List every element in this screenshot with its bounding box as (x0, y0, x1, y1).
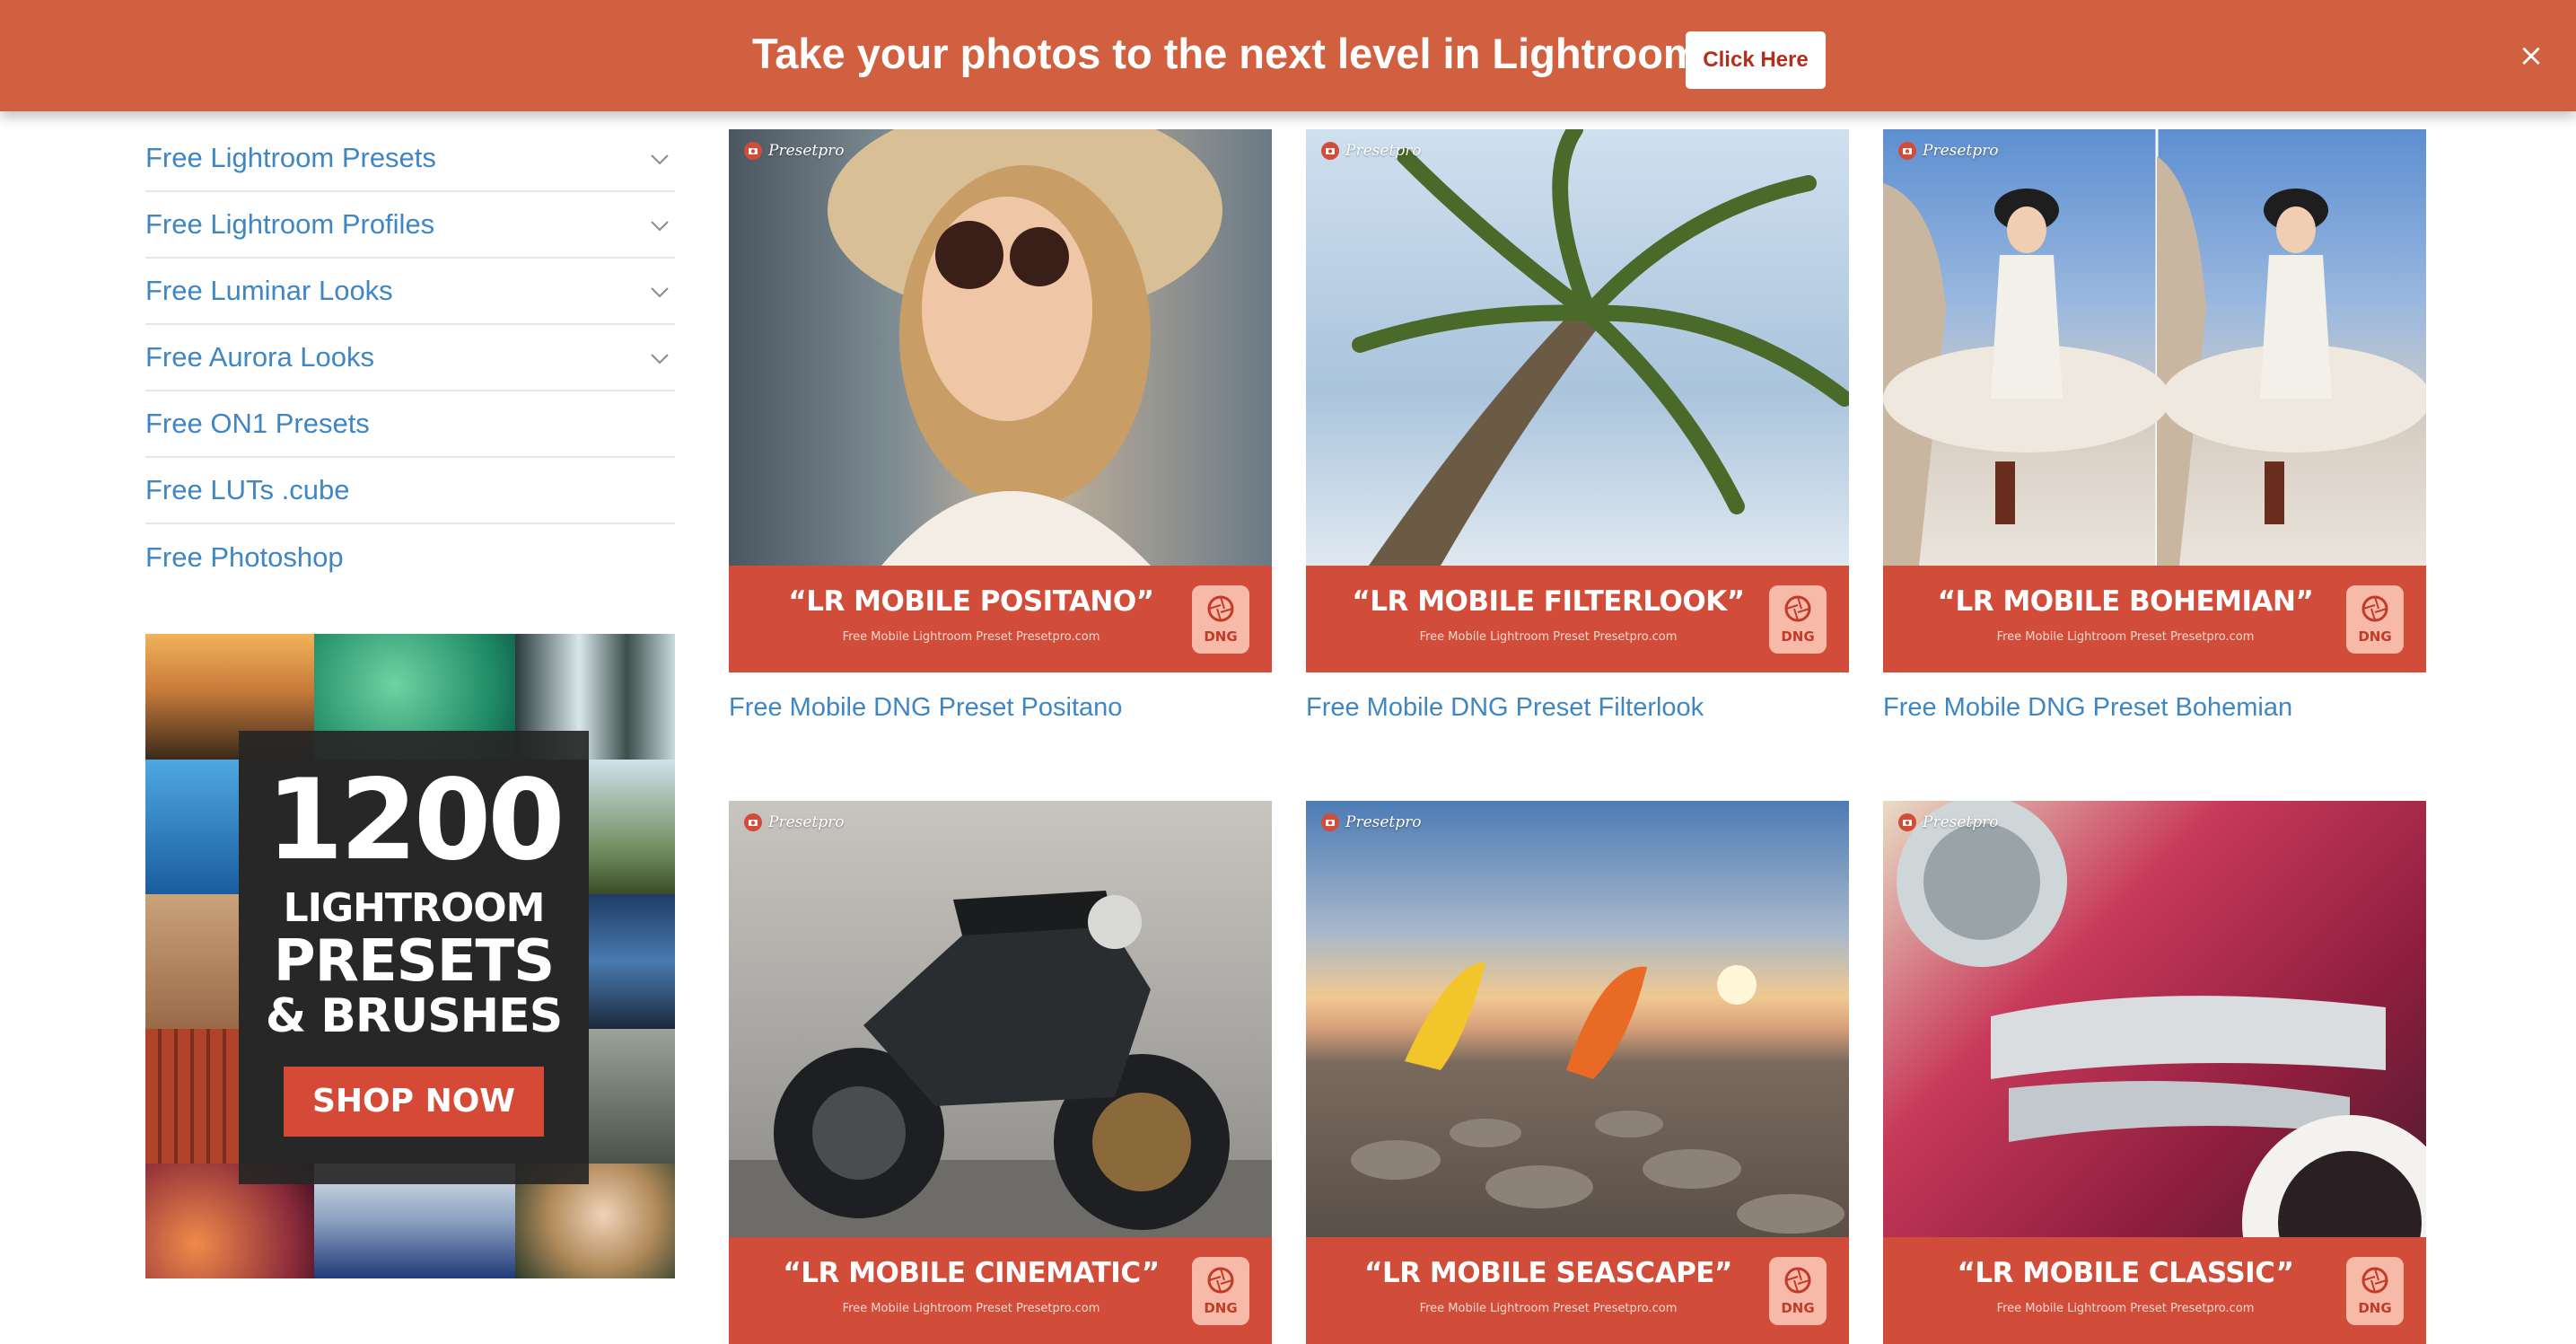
presetpro-watermark: Presetpro (1897, 810, 1999, 835)
camera-icon (744, 142, 762, 160)
woman-rocks-icon (1883, 129, 2426, 566)
sidebar-item-aurora-looks[interactable]: Free Aurora Looks (145, 325, 675, 391)
sidebar-item-on1-presets[interactable]: Free ON1 Presets (145, 391, 675, 458)
motorcycle-icon (729, 801, 1272, 1237)
preset-title: “LR MOBILE POSITANO” (788, 585, 1154, 618)
preset-subtitle: Free Mobile Lightroom Preset Presetpro.c… (842, 1302, 1100, 1315)
classic-car-icon (1883, 801, 2426, 1237)
sidebar-item-label: Free ON1 Presets (145, 408, 370, 439)
camera-icon (744, 813, 762, 831)
shop-now-button[interactable]: SHOP NOW (284, 1067, 544, 1137)
woman-hat-icon (729, 129, 1272, 566)
kayaks-icon (1306, 801, 1849, 1237)
chevron-down-icon[interactable] (650, 282, 670, 302)
preset-title-strip: “LR MOBILE BOHEMIAN” Free Mobile Lightro… (1883, 566, 2426, 672)
camera-icon (1898, 142, 1916, 160)
sidebar-item-luminar-looks[interactable]: Free Luminar Looks (145, 259, 675, 325)
collage-lake-tile (589, 894, 675, 1029)
ad-line-2: PRESETS (273, 928, 555, 995)
sidebar-item-photoshop[interactable]: Free Photoshop (145, 524, 675, 591)
preset-title-strip: “LR MOBILE POSITANO” Free Mobile Lightro… (729, 566, 1272, 672)
preset-title-strip: “LR MOBILE FILTERLOOK” Free Mobile Light… (1306, 566, 1849, 672)
preset-subtitle: Free Mobile Lightroom Preset Presetpro.c… (842, 630, 1100, 644)
close-icon[interactable]: × (2513, 38, 2549, 74)
preset-subtitle: Free Mobile Lightroom Preset Presetpro.c… (1419, 630, 1678, 644)
preset-title-strip: “LR MOBILE CINEMATIC” Free Mobile Lightr… (729, 1237, 1272, 1344)
dng-file-icon: DNG (2346, 1257, 2404, 1325)
preset-title-strip: “LR MOBILE CLASSIC” Free Mobile Lightroo… (1883, 1237, 2426, 1344)
sidebar-item-label: Free Luminar Looks (145, 275, 393, 306)
shop-now-ad[interactable]: 1200 LIGHTROOM PRESETS & BRUSHES SHOP NO… (145, 634, 675, 1278)
preset-thumbnail[interactable]: Presetpro “LR MOBILE SEASCAPE” Free Mobi… (1306, 801, 1849, 1344)
preset-title: “LR MOBILE CLASSIC” (1957, 1257, 2294, 1289)
preset-thumbnail[interactable]: Presetpro “LR MOBILE POSITANO” Free Mobi… (729, 129, 1272, 672)
sidebar-item-label: Free Lightroom Profiles (145, 208, 435, 240)
presetpro-watermark: Presetpro (743, 810, 845, 835)
camera-icon (1321, 142, 1339, 160)
preset-thumbnail[interactable]: Presetpro “LR MOBILE FILTERLOOK” Free Mo… (1306, 129, 1849, 672)
collage-shark-tile (145, 760, 239, 894)
preset-subtitle: Free Mobile Lightroom Preset Presetpro.c… (1996, 1302, 2255, 1315)
preset-link[interactable]: Free Mobile DNG Preset Bohemian (1883, 693, 2292, 723)
preset-title: “LR MOBILE CINEMATIC” (783, 1257, 1160, 1289)
collage-building-tile (145, 1029, 239, 1164)
camera-icon (1898, 813, 1916, 831)
ad-number: 1200 (266, 756, 565, 885)
sidebar-item-lightroom-profiles[interactable]: Free Lightroom Profiles (145, 192, 675, 259)
dng-file-icon: DNG (1769, 585, 1827, 654)
preset-thumbnail[interactable]: Presetpro “LR MOBILE CLASSIC” Free Mobil… (1883, 801, 2426, 1344)
sidebar-item-label: Free LUTs .cube (145, 474, 350, 505)
palm-tree-icon (1306, 129, 1849, 566)
ad-line-3: & BRUSHES (265, 989, 563, 1043)
preset-subtitle: Free Mobile Lightroom Preset Presetpro.c… (1419, 1302, 1678, 1315)
preset-thumbnail[interactable]: Presetpro “LR MOBILE CINEMATIC” Free Mob… (729, 801, 1272, 1344)
sidebar-item-luts[interactable]: Free LUTs .cube (145, 458, 675, 524)
preset-link[interactable]: Free Mobile DNG Preset Positano (729, 693, 1122, 723)
sidebar-item-label: Free Photoshop (145, 541, 344, 573)
sidebar-item-label: Free Aurora Looks (145, 341, 375, 373)
preset-title: “LR MOBILE SEASCAPE” (1364, 1257, 1732, 1289)
collage-tree-tile (589, 760, 675, 894)
preset-link[interactable]: Free Mobile DNG Preset Filterlook (1306, 693, 1704, 723)
dng-file-icon: DNG (2346, 585, 2404, 654)
collage-beach-tile (145, 894, 239, 1029)
preset-title-strip: “LR MOBILE SEASCAPE” Free Mobile Lightro… (1306, 1237, 1849, 1344)
banner-text: Take your photos to the next level in Li… (752, 30, 1715, 77)
chevron-down-icon[interactable] (650, 215, 670, 235)
click-here-button[interactable]: Click Here (1686, 31, 1826, 89)
promo-banner: Take your photos to the next level in Li… (0, 0, 2576, 111)
preset-thumbnail[interactable]: Presetpro “LR MOBILE BOHEMIAN” Free Mobi… (1883, 129, 2426, 672)
preset-title: “LR MOBILE BOHEMIAN” (1937, 585, 2314, 618)
presetpro-watermark: Presetpro (743, 138, 845, 163)
presetpro-watermark: Presetpro (1320, 138, 1422, 163)
ad-line-1: LIGHTROOM (283, 885, 546, 931)
chevron-down-icon[interactable] (650, 149, 670, 169)
dng-file-icon: DNG (1769, 1257, 1827, 1325)
preset-title: “LR MOBILE FILTERLOOK” (1352, 585, 1745, 618)
camera-icon (1321, 813, 1339, 831)
dng-file-icon: DNG (1192, 585, 1249, 654)
sidebar-nav: Free Lightroom Presets Free Lightroom Pr… (145, 126, 675, 591)
dng-file-icon: DNG (1192, 1257, 1249, 1325)
ad-panel: 1200 LIGHTROOM PRESETS & BRUSHES SHOP NO… (239, 731, 589, 1184)
collage-mist-tile (589, 1029, 675, 1164)
sidebar-item-label: Free Lightroom Presets (145, 142, 436, 173)
presetpro-watermark: Presetpro (1897, 138, 1999, 163)
chevron-down-icon[interactable] (650, 348, 670, 368)
sidebar-item-lightroom-presets[interactable]: Free Lightroom Presets (145, 126, 675, 192)
preset-subtitle: Free Mobile Lightroom Preset Presetpro.c… (1996, 630, 2255, 644)
presetpro-watermark: Presetpro (1320, 810, 1422, 835)
